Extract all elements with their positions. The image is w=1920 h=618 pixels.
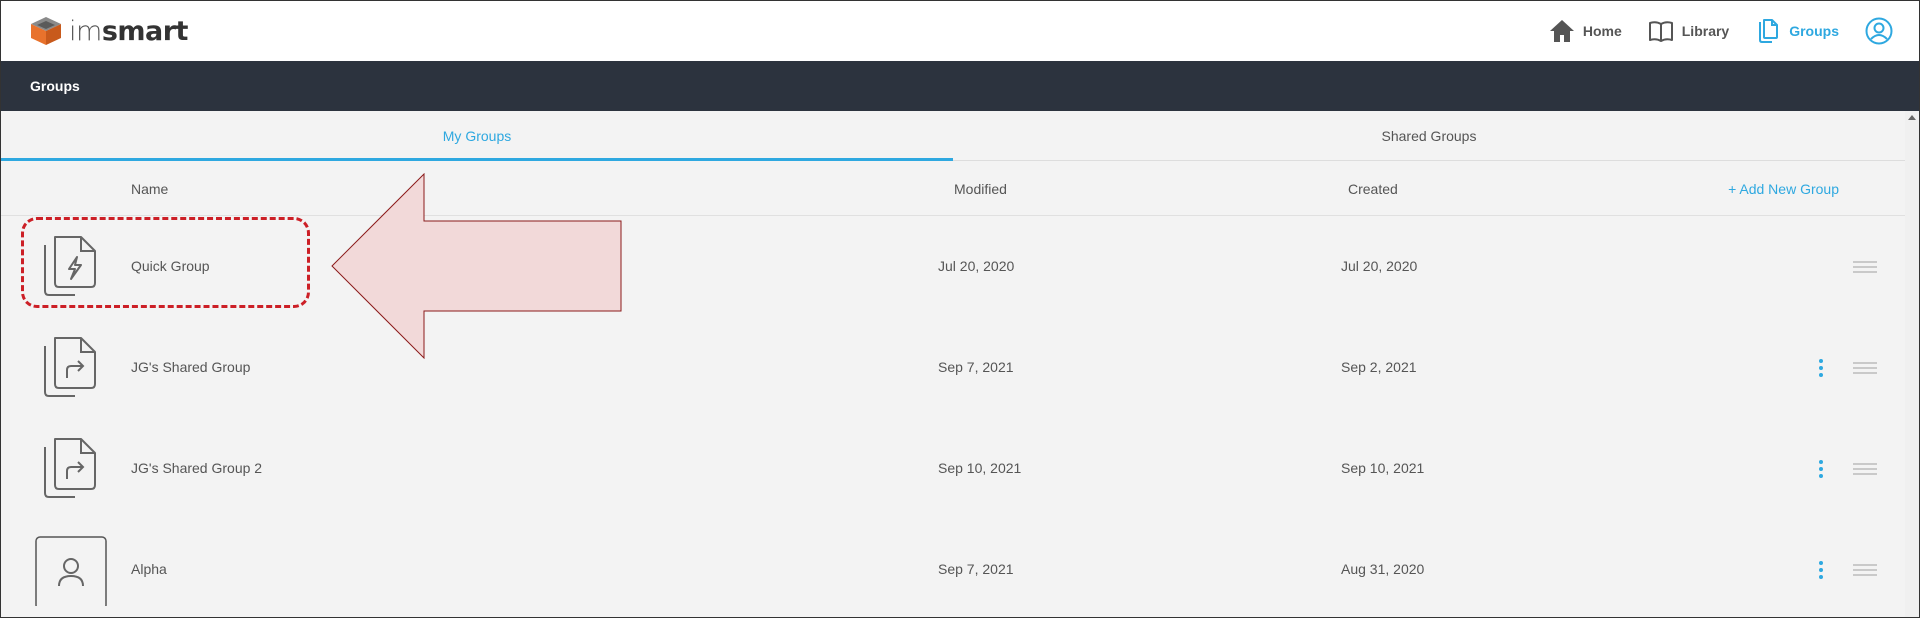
table-row[interactable]: Alpha Sep 7, 2021 Aug 31, 2020 [1,520,1905,617]
person-group-icon [35,536,107,606]
left-arrow-annotation-icon [331,173,622,359]
column-header-name[interactable]: Name [131,181,168,197]
modified-date: Sep 7, 2021 [938,561,1014,577]
drag-handle-icon[interactable] [1853,462,1877,476]
group-name[interactable]: JG's Shared Group [131,359,250,375]
page-title-bar: Groups [1,61,1919,111]
tab-my-groups[interactable]: My Groups [1,111,953,161]
vertical-scrollbar[interactable] [1905,111,1919,617]
group-name[interactable]: Alpha [131,561,167,577]
book-icon [1648,21,1673,42]
created-date: Sep 10, 2021 [1341,460,1425,476]
nav-home-label: Home [1582,23,1622,39]
modified-date: Jul 20, 2020 [938,258,1015,274]
group-name[interactable]: JG's Shared Group 2 [131,460,262,476]
modified-date: Sep 10, 2021 [938,460,1022,476]
nav-groups-label: Groups [1789,23,1839,39]
main-nav: Home Library Groups [1523,15,1901,47]
more-options-icon[interactable] [1811,459,1831,479]
drag-handle-icon[interactable] [1853,260,1877,274]
drag-handle-icon[interactable] [1853,563,1877,577]
table-row[interactable]: JG's Shared Group Sep 7, 2021 Sep 2, 202… [1,318,1905,419]
created-date: Jul 20, 2020 [1341,258,1418,274]
created-date: Sep 2, 2021 [1341,359,1417,375]
table-row[interactable]: JG's Shared Group 2 Sep 10, 2021 Sep 10,… [1,419,1905,520]
drag-handle-icon[interactable] [1853,361,1877,375]
more-options-icon[interactable] [1811,560,1831,580]
nav-home[interactable]: Home [1549,18,1622,44]
page-title: Groups [30,78,80,94]
documents-icon [1759,19,1779,43]
scroll-up-arrow-icon[interactable] [1908,115,1916,120]
user-circle-icon [1865,17,1893,45]
nav-groups[interactable]: Groups [1755,18,1839,44]
created-date: Aug 31, 2020 [1341,561,1425,577]
column-header-created[interactable]: Created [1348,181,1398,197]
nav-library-label: Library [1681,23,1730,39]
tab-shared-groups[interactable]: Shared Groups [953,111,1905,161]
shared-group-icon [44,438,96,498]
logo-text: imsmart [69,15,188,47]
imsmart-logo[interactable]: imsmart [29,15,188,47]
shared-group-icon [44,337,96,397]
modified-date: Sep 7, 2021 [938,359,1014,375]
app-window: imsmart Home Library Groups Groups My Gr… [0,0,1920,618]
add-new-group-button[interactable]: + Add New Group [1728,181,1839,197]
user-avatar[interactable] [1865,17,1901,45]
highlight-callout-box [21,217,310,308]
nav-library[interactable]: Library [1648,18,1729,44]
column-header-modified[interactable]: Modified [954,181,1007,197]
top-nav-bar: imsmart Home Library Groups [1,1,1919,61]
cube-logo-icon [31,17,61,45]
home-icon [1549,20,1574,42]
table-header: Name Modified Created + Add New Group [1,162,1905,216]
group-tabs: My Groups Shared Groups [1,111,1905,161]
more-options-icon[interactable] [1811,358,1831,378]
